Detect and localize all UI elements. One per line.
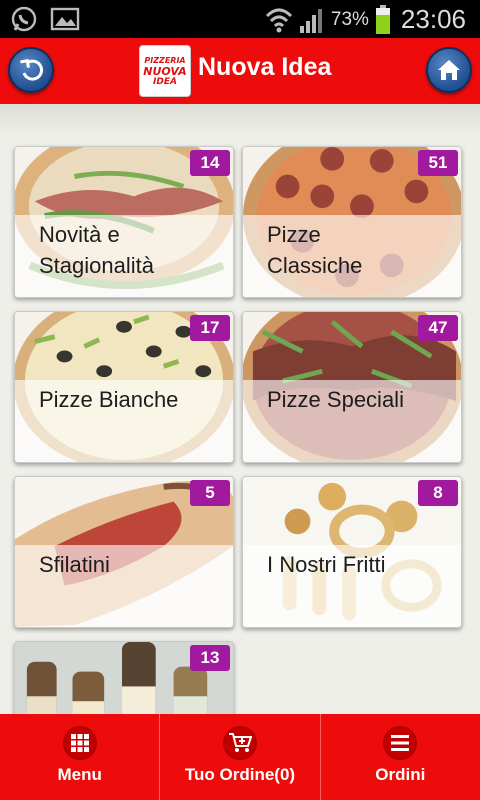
home-button[interactable] [426, 47, 472, 93]
menu-tab-label: Menu [57, 765, 102, 784]
item-count-badge: 8 [418, 480, 458, 506]
item-count-badge: 5 [190, 480, 230, 506]
item-count-badge: 47 [418, 315, 458, 341]
item-count-badge: 17 [190, 315, 230, 341]
order-tab-label: Tuo Ordine(0) [184, 765, 296, 784]
grid-icon [62, 726, 97, 760]
category-tile-pizze-speciali[interactable]: Pizze Speciali 47 [242, 311, 462, 463]
cart-icon [222, 726, 257, 760]
category-tile-novita[interactable]: Novità e Stagionalità 14 [14, 146, 234, 298]
page-title: Nuova Idea [198, 53, 332, 81]
home-icon [438, 60, 460, 80]
order-tab[interactable]: Tuo Ordine(0) [160, 714, 321, 800]
item-count-badge: 13 [190, 645, 230, 671]
gallery-icon [50, 7, 80, 31]
bottom-navigation: Menu Tuo Ordine(0) Ordini [0, 714, 480, 800]
back-button[interactable] [8, 47, 54, 93]
battery-percent: 73% [330, 8, 369, 30]
category-label: Sfilatini [39, 552, 110, 577]
category-tile-fritti[interactable]: I Nostri Fritti 8 [242, 476, 462, 628]
orders-tab-label: Ordini [375, 765, 426, 784]
app-header: PIZZERIA NUOVA IDEA Nuova Idea [0, 38, 480, 104]
category-label: I Nostri Fritti [267, 552, 386, 577]
whatsapp-icon [11, 6, 37, 32]
category-label: Pizze Speciali [267, 387, 404, 412]
status-bar: 73% 23:06 [0, 0, 480, 38]
item-count-badge: 51 [418, 150, 458, 176]
category-tile-pizze-classiche[interactable]: Pizze Classiche 51 [242, 146, 462, 298]
category-tile-bevande[interactable]: 13 [14, 641, 234, 714]
wifi-icon [265, 8, 292, 32]
category-label: Pizze Bianche [39, 387, 179, 412]
clock: 23:06 [400, 4, 466, 34]
category-label: Pizze Classiche [267, 222, 363, 278]
signal-icon [299, 8, 322, 33]
app-logo: PIZZERIA NUOVA IDEA [139, 45, 191, 97]
menu-tab[interactable]: Menu [0, 714, 161, 800]
category-tile-pizze-bianche[interactable]: Pizze Bianche 17 [14, 311, 234, 463]
category-label: Novità e Stagionalità [39, 222, 154, 278]
category-tile-sfilatini[interactable]: Sfilatini 5 [14, 476, 234, 628]
category-grid: Novità e Stagionalità 14 Pizze Classiche… [0, 104, 480, 714]
list-icon [383, 726, 418, 760]
back-arrow-icon [20, 58, 43, 81]
battery-icon [375, 4, 390, 34]
item-count-badge: 14 [190, 150, 230, 176]
orders-tab[interactable]: Ordini [321, 714, 480, 800]
